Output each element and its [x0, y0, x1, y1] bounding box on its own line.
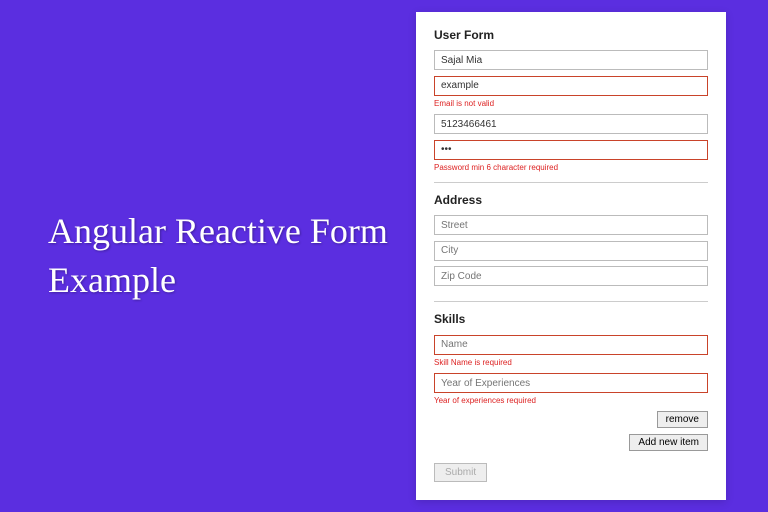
email-error: Email is not valid: [434, 99, 708, 108]
phone-field[interactable]: [434, 114, 708, 134]
city-field[interactable]: [434, 241, 708, 261]
submit-button[interactable]: Submit: [434, 463, 487, 482]
divider: [434, 182, 708, 183]
skills-title: Skills: [434, 312, 708, 326]
password-error: Password min 6 character required: [434, 163, 708, 172]
skill-year-field[interactable]: [434, 373, 708, 393]
zip-field[interactable]: [434, 266, 708, 286]
form-card: User Form Email is not valid Password mi…: [416, 12, 726, 501]
email-field[interactable]: [434, 76, 708, 96]
password-field[interactable]: [434, 140, 708, 160]
divider: [434, 301, 708, 302]
skill-name-field[interactable]: [434, 335, 708, 355]
title-panel: Angular Reactive Form Example: [0, 207, 416, 304]
add-item-button[interactable]: Add new item: [629, 434, 708, 451]
skill-name-error: Skill Name is required: [434, 358, 708, 367]
street-field[interactable]: [434, 215, 708, 235]
user-form-title: User Form: [434, 28, 708, 42]
name-field[interactable]: [434, 50, 708, 70]
page-heading: Angular Reactive Form Example: [48, 207, 396, 304]
skill-year-error: Year of experiences required: [434, 396, 708, 405]
address-title: Address: [434, 193, 708, 207]
remove-button[interactable]: remove: [657, 411, 708, 428]
